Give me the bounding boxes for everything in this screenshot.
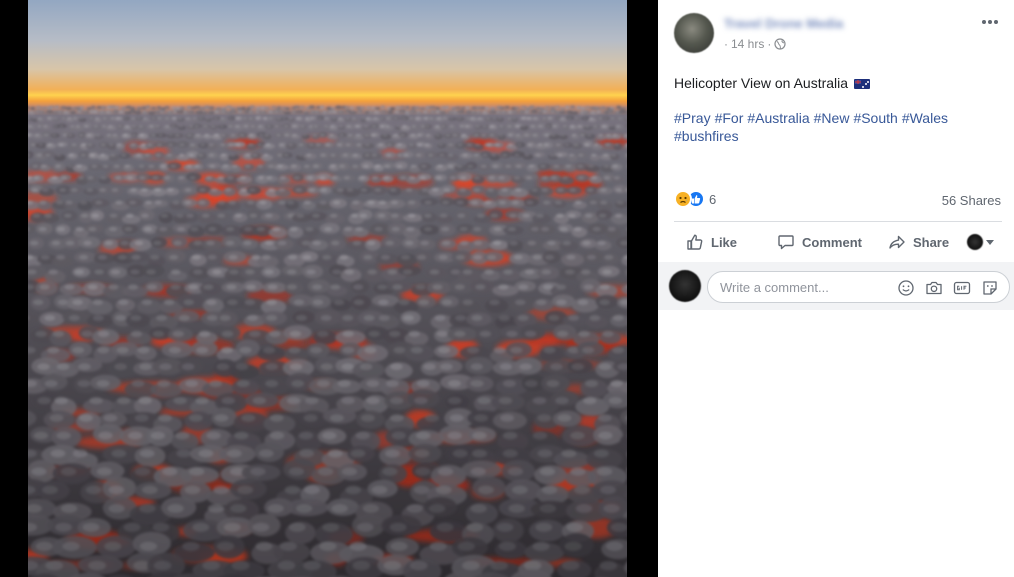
like-button[interactable]: Like (686, 233, 737, 251)
post-panel: Travel Drone Media · 14 hrs · Helicopter… (658, 0, 1014, 577)
share-label: Share (912, 234, 950, 250)
post-time[interactable]: 14 hrs (731, 37, 764, 51)
reaction-count: 6 (709, 191, 717, 207)
comment-label: Comment (802, 234, 862, 250)
chevron-down-icon (986, 239, 994, 245)
gif-icon[interactable] (953, 279, 971, 297)
hashtag-link[interactable]: #bushfires (674, 128, 739, 144)
globe-icon[interactable] (774, 38, 786, 50)
hashtag-link[interactable]: #New (814, 110, 850, 126)
comment-input-box[interactable] (707, 271, 1010, 303)
comment-input[interactable] (720, 272, 890, 302)
author-avatar[interactable] (674, 13, 714, 53)
share-button[interactable]: Share (888, 233, 949, 251)
reaction-summary[interactable]: 6 (674, 190, 716, 208)
post-caption: Helicopter View on Australia (674, 74, 870, 92)
hashtag-link[interactable]: #Wales (902, 110, 948, 126)
shares-count[interactable]: 56 Shares (942, 193, 1001, 208)
meta-separator: · (767, 37, 772, 51)
hashtag-link[interactable]: #South (853, 110, 897, 126)
sad-reaction-icon (674, 190, 692, 208)
hashtag-link[interactable]: #Pray (674, 110, 711, 126)
caption-text: Helicopter View on Australia (674, 75, 849, 91)
thumbs-up-icon (687, 234, 703, 250)
sticker-icon[interactable] (981, 279, 999, 297)
post-meta: · 14 hrs · (724, 37, 786, 51)
share-arrow-icon (889, 235, 905, 249)
reaction-as-selector[interactable] (967, 234, 994, 250)
more-options-icon[interactable] (978, 14, 1002, 30)
commenter-avatar (669, 270, 701, 302)
hashtag-link[interactable]: #Australia (747, 110, 809, 126)
author-name[interactable]: Travel Drone Media (724, 16, 843, 31)
comment-icon (778, 235, 794, 250)
hashtag-list: #Pray #For #Australia #New #South #Wales #bus… (674, 109, 994, 145)
camera-icon[interactable] (925, 279, 943, 297)
comment-composer (658, 262, 1014, 310)
comment-button[interactable]: Comment (777, 233, 862, 251)
post-photo[interactable] (28, 0, 627, 577)
composer-icons (897, 279, 999, 297)
photo-viewer (0, 0, 658, 577)
selector-avatar (967, 234, 983, 250)
australia-flag-icon (853, 79, 870, 89)
hashtag-link[interactable]: #For (715, 110, 744, 126)
emoji-icon[interactable] (897, 279, 915, 297)
like-label: Like (711, 234, 738, 250)
action-bar: Like Comment Share (674, 221, 1002, 262)
cloud-sea-image (28, 105, 627, 577)
meta-separator: · (724, 37, 728, 51)
